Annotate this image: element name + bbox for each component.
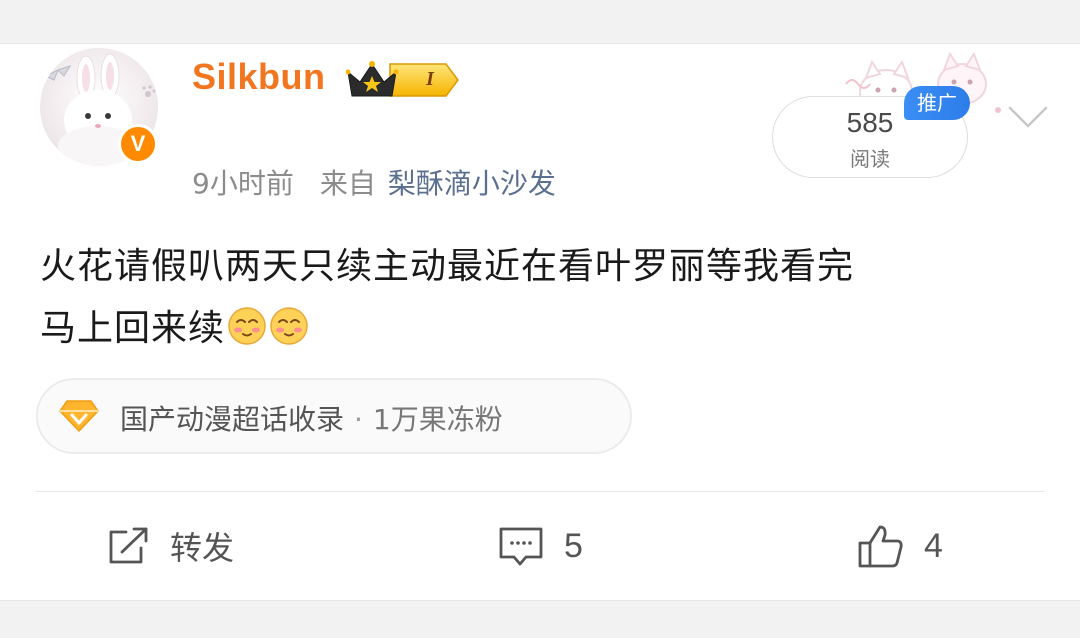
repost-icon bbox=[109, 527, 148, 564]
blush-face-icon bbox=[228, 307, 266, 345]
like-button[interactable]: 4 bbox=[856, 518, 943, 574]
promo-tag: 推广 bbox=[904, 86, 970, 120]
divider bbox=[36, 491, 1044, 492]
repost-button[interactable]: 转发 bbox=[106, 518, 234, 574]
read-label: 阅读 bbox=[850, 147, 890, 171]
post-text-line1: 火花请假叭两天只续主动最近在看叶罗丽等我看完 bbox=[40, 246, 855, 287]
blush-face-icon bbox=[270, 307, 308, 345]
vip-badge[interactable]: I bbox=[345, 60, 462, 100]
chevron-down-icon[interactable] bbox=[1006, 102, 1050, 132]
super-topic-text: 国产动漫超话收录 · 1万果冻粉 bbox=[120, 398, 503, 438]
post-text-line2: 马上回来续 bbox=[40, 298, 1040, 360]
post-text-line2-text: 马上回来续 bbox=[40, 308, 226, 349]
post-source-link[interactable]: 梨酥滴小沙发 bbox=[388, 167, 556, 200]
username[interactable]: Silkbun bbox=[192, 56, 326, 98]
diamond-icon bbox=[59, 400, 99, 432]
repost-label: 转发 bbox=[170, 529, 235, 567]
super-topic-chip[interactable]: 国产动漫超话收录 · 1万果冻粉 bbox=[36, 378, 632, 454]
from-label: 来自 bbox=[319, 167, 376, 200]
topic-separator: · bbox=[354, 403, 363, 436]
comment-button[interactable]: 5 bbox=[498, 518, 583, 574]
post-meta: 9小时前 来自 梨酥滴小沙发 bbox=[192, 162, 556, 202]
post-text: 火花请假叭两天只续主动最近在看叶罗丽等我看完 马上回来续 bbox=[40, 236, 1040, 360]
bottom-separator bbox=[0, 600, 1080, 638]
comment-icon bbox=[499, 527, 543, 566]
post-time: 9小时前 bbox=[192, 167, 294, 200]
super-topic-fans: 1万果冻粉 bbox=[372, 403, 503, 436]
top-separator bbox=[0, 0, 1080, 44]
super-topic-name: 国产动漫超话收录 bbox=[120, 403, 345, 436]
like-count: 4 bbox=[924, 526, 943, 565]
comment-count: 5 bbox=[564, 526, 583, 565]
vip-level: I bbox=[426, 68, 434, 90]
verified-badge-icon: V bbox=[118, 124, 158, 164]
thumbs-up-icon bbox=[858, 525, 903, 568]
